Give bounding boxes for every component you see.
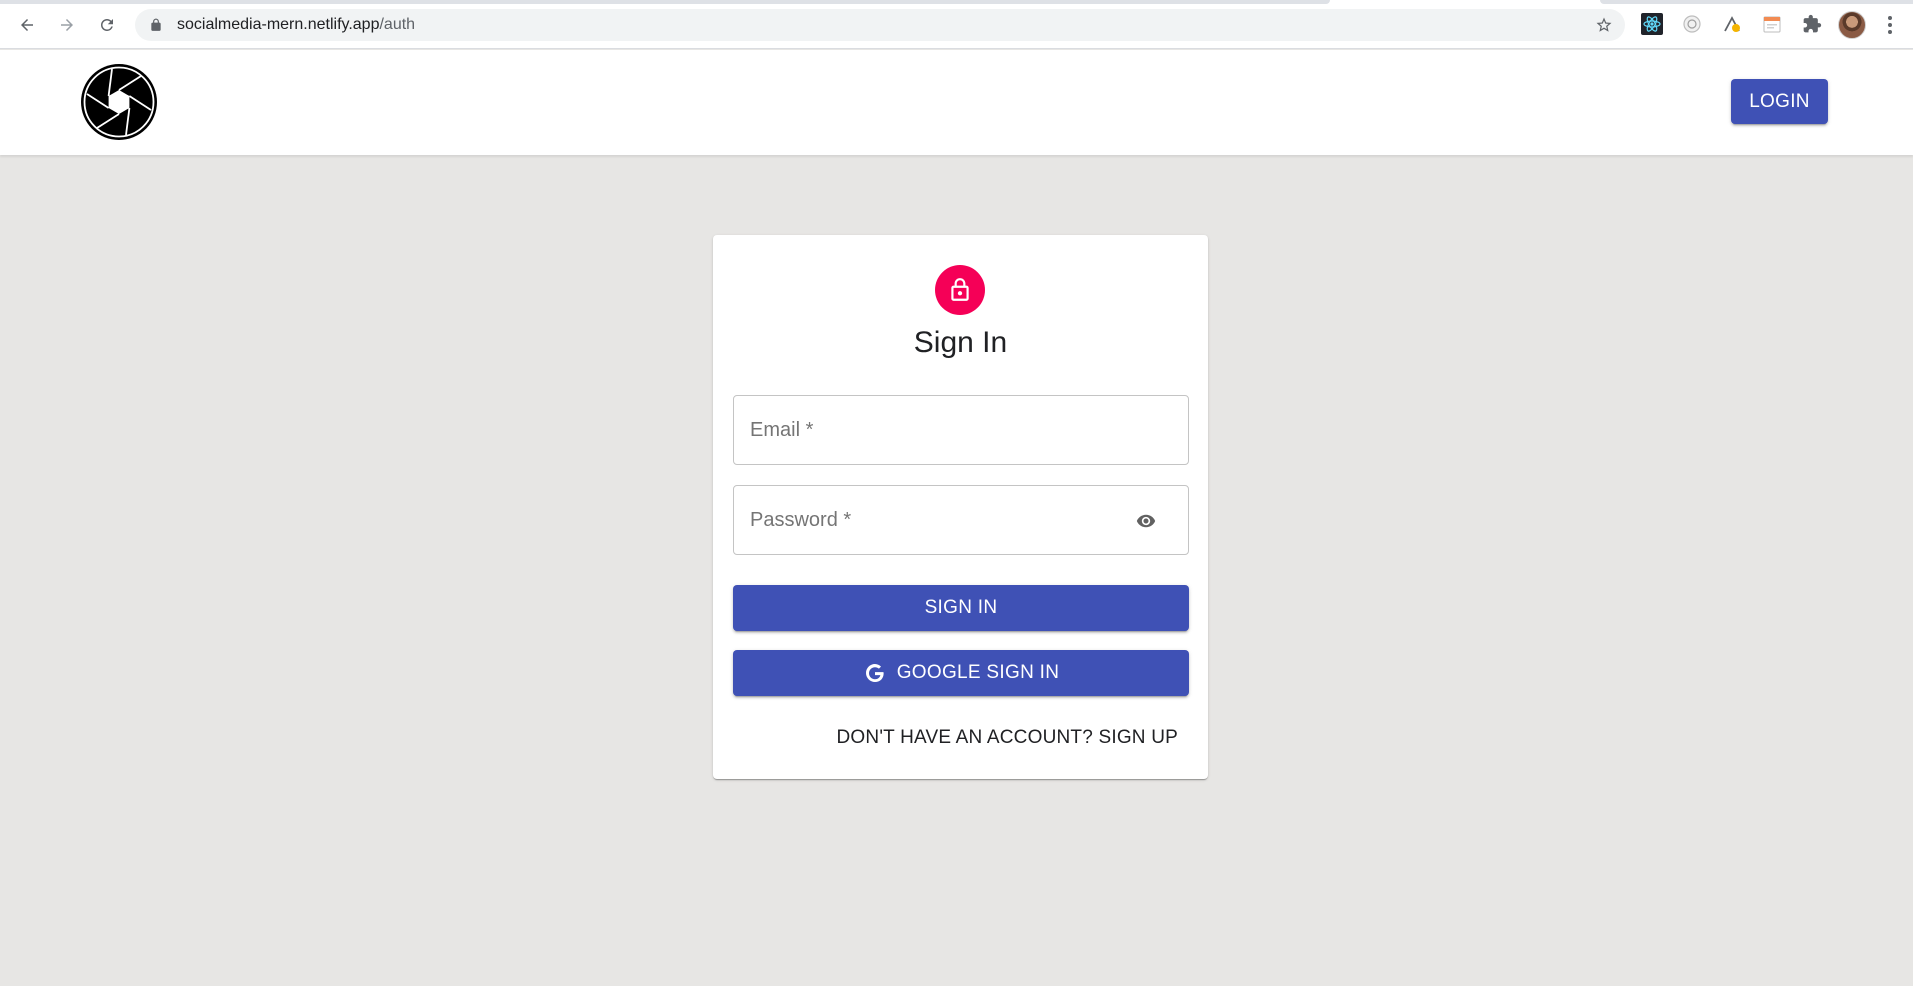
react-devtools-icon[interactable] (1641, 13, 1663, 35)
reload-icon (101, 19, 113, 31)
google-sign-in-button[interactable]: GOOGLE SIGN IN (733, 650, 1189, 696)
lock-avatar (935, 265, 985, 315)
sign-in-card: Sign In Email * Password * SIGN IN GOOGL… (713, 235, 1208, 779)
email-input[interactable] (734, 396, 1188, 464)
sign-up-link[interactable]: DON'T HAVE AN ACCOUNT? SIGN UP (837, 727, 1179, 749)
back-icon (21, 19, 33, 31)
url-path: /auth (379, 16, 416, 33)
login-button[interactable]: LOGIN (1731, 79, 1828, 124)
page-title: Sign In (913, 326, 1008, 359)
puzzle-icon[interactable] (1801, 13, 1823, 35)
lock-icon (151, 18, 161, 31)
password-field[interactable]: Password * (733, 485, 1189, 555)
tab-strip (0, 0, 1913, 4)
google-sign-in-label: GOOGLE SIGN IN (896, 662, 1060, 683)
url-host: socialmedia-mern.netlify.app (177, 16, 380, 33)
star-icon[interactable] (1595, 16, 1613, 34)
sign-in-button[interactable]: SIGN IN (733, 585, 1189, 631)
app-bar: LOGIN (0, 50, 1913, 155)
kebab-menu-icon[interactable] (1884, 13, 1896, 37)
url-text: socialmedia-mern.netlify.app/auth (177, 16, 415, 34)
forward-icon (61, 19, 73, 31)
password-input[interactable] (734, 486, 1188, 554)
lock-icon (951, 278, 969, 301)
back-button[interactable] (13, 11, 41, 39)
forward-button[interactable] (53, 11, 81, 39)
camera-shutter-logo[interactable] (80, 63, 158, 141)
browser-chrome: socialmedia-mern.netlify.app/auth (0, 0, 1913, 49)
email-field[interactable]: Email * (733, 395, 1189, 465)
visibility-toggle-icon[interactable] (1132, 508, 1160, 534)
reload-button[interactable] (93, 11, 121, 39)
address-bar[interactable]: socialmedia-mern.netlify.app/auth (135, 9, 1625, 41)
extension-icon[interactable] (1681, 13, 1703, 35)
extension-icon[interactable] (1761, 13, 1783, 35)
google-icon (863, 661, 887, 685)
extension-icon[interactable] (1721, 13, 1743, 35)
avatar[interactable] (1838, 11, 1866, 39)
sign-in-label: SIGN IN (924, 597, 998, 618)
